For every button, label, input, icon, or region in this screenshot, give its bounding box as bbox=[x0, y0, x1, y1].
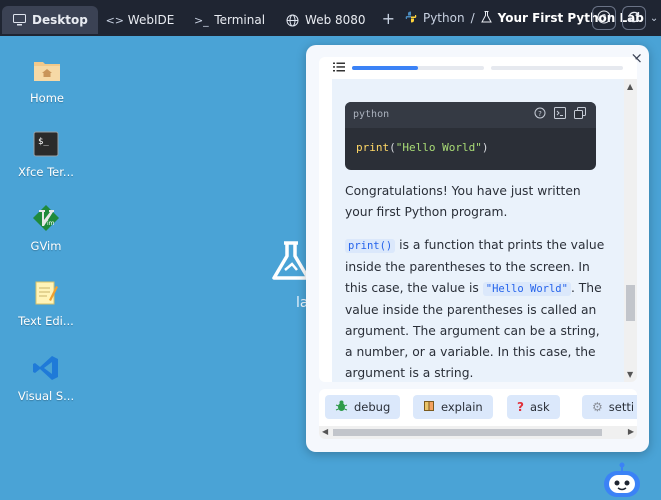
terminal-app-icon: $_ bbox=[31, 129, 61, 159]
svg-text:?: ? bbox=[538, 110, 542, 118]
scroll-up-arrow-icon[interactable]: ▲ bbox=[627, 82, 633, 91]
copy-icon[interactable] bbox=[574, 107, 586, 122]
breadcrumb-separator: / bbox=[470, 11, 475, 25]
list-icon[interactable] bbox=[333, 61, 345, 75]
tab-desktop[interactable]: Desktop bbox=[2, 6, 98, 34]
ai-assistant-bot-icon[interactable] bbox=[601, 461, 643, 497]
desktop-icon-label: Xfce Ter... bbox=[18, 165, 74, 179]
toolbar-horizontal-scrollbar[interactable]: ◀ ▶ bbox=[319, 426, 637, 439]
refresh-icon bbox=[627, 9, 641, 28]
scroll-left-arrow-icon[interactable]: ◀ bbox=[322, 427, 328, 436]
explain-button[interactable]: explain bbox=[413, 395, 493, 419]
desktop-icon-visual-studio-code[interactable]: Visual S... bbox=[14, 353, 78, 403]
inline-code-hello-world: "Hello World" bbox=[482, 282, 571, 296]
desktop-icon-label: GVim bbox=[30, 239, 62, 253]
add-tab-button[interactable]: + bbox=[382, 9, 395, 28]
desktop-icon-home[interactable]: Home bbox=[15, 55, 79, 105]
progress-step-1[interactable] bbox=[352, 66, 484, 70]
lab-panel: × python ? print("Hello World") Congratu… bbox=[306, 45, 649, 452]
refresh-button[interactable] bbox=[622, 6, 646, 30]
breadcrumb: Python / Your First Python Lab ⌄ bbox=[405, 10, 658, 26]
settings-button[interactable]: ⚙ setti bbox=[582, 395, 637, 419]
terminal-icon: >_ bbox=[193, 13, 209, 27]
tab-webide[interactable]: <> WebIDE bbox=[98, 6, 185, 34]
top-bar: Desktop <> WebIDE >_ Terminal Web 8080 +… bbox=[0, 0, 661, 36]
congrats-paragraph: Congratulations! You have just written y… bbox=[345, 184, 581, 219]
tab-label: WebIDE bbox=[127, 13, 175, 27]
breadcrumb-course[interactable]: Python bbox=[423, 11, 465, 25]
svg-text:im: im bbox=[47, 220, 55, 227]
svg-text:?: ? bbox=[602, 13, 606, 22]
globe-icon bbox=[285, 13, 299, 27]
debug-button[interactable]: debug bbox=[325, 395, 401, 419]
run-in-terminal-icon[interactable] bbox=[554, 107, 566, 122]
book-icon bbox=[423, 400, 435, 415]
python-logo-icon bbox=[405, 11, 417, 26]
settings-label: setti bbox=[608, 400, 635, 414]
gvim-icon: im bbox=[31, 203, 61, 233]
inline-code-print: print() bbox=[345, 239, 396, 253]
question-mark-icon: ? bbox=[517, 400, 524, 414]
explain-code-icon[interactable]: ? bbox=[534, 107, 546, 122]
tab-web-8080[interactable]: Web 8080 bbox=[275, 6, 376, 34]
desktop-icon-gvim[interactable]: im GVim bbox=[14, 203, 78, 253]
debug-label: debug bbox=[354, 400, 391, 414]
tab-terminal[interactable]: >_ Terminal bbox=[184, 6, 275, 34]
tab-label: Terminal bbox=[214, 13, 266, 27]
home-folder-icon bbox=[32, 55, 62, 85]
lab-instructions: python ? print("Hello World") Congratula… bbox=[332, 79, 624, 382]
scroll-right-arrow-icon[interactable]: ▶ bbox=[628, 427, 634, 436]
explain-label: explain bbox=[441, 400, 483, 414]
desktop-icon-xfce-terminal[interactable]: $_ Xfce Ter... bbox=[14, 129, 78, 179]
assistant-toolbar: debug explain ? ask ⚙ setti ◀ ▶ bbox=[319, 389, 637, 439]
gear-icon: ⚙ bbox=[592, 400, 603, 414]
code-icon: <> bbox=[105, 13, 125, 27]
horizontal-scrollbar-thumb[interactable] bbox=[333, 429, 602, 436]
desktop-icon-label: Home bbox=[30, 91, 64, 105]
scroll-down-arrow-icon[interactable]: ▼ bbox=[627, 370, 633, 379]
help-circle-icon: ? bbox=[597, 9, 611, 28]
ask-button[interactable]: ? ask bbox=[507, 395, 560, 419]
progress-step-1-fill bbox=[352, 66, 418, 70]
code-block: python ? print("Hello World") bbox=[345, 102, 596, 170]
vscode-icon bbox=[31, 353, 61, 383]
desktop-icon-label: Visual S... bbox=[17, 389, 75, 403]
flask-icon bbox=[480, 10, 492, 26]
help-button[interactable]: ? bbox=[592, 6, 616, 30]
bug-icon bbox=[335, 400, 348, 415]
progress-step-2[interactable] bbox=[491, 66, 623, 70]
code-line: print("Hello World") bbox=[356, 141, 489, 154]
chevron-down-icon[interactable]: ⌄ bbox=[650, 13, 658, 24]
text-editor-icon bbox=[31, 278, 61, 308]
desktop-icon-text-editor[interactable]: Text Edi... bbox=[14, 278, 78, 328]
lab-content-frame: python ? print("Hello World") Congratula… bbox=[319, 57, 637, 382]
tab-label: Desktop bbox=[32, 13, 88, 27]
explanation-paragraph: print() is a function that prints the va… bbox=[345, 238, 605, 380]
step-progress-bar bbox=[319, 57, 637, 79]
ask-label: ask bbox=[529, 400, 550, 414]
svg-text:$_: $_ bbox=[38, 137, 49, 147]
desktop-icon-label: Text Edi... bbox=[18, 314, 74, 328]
lab-flask-logo-icon bbox=[271, 240, 311, 284]
tab-label: Web 8080 bbox=[305, 13, 366, 27]
monitor-icon bbox=[12, 13, 26, 27]
code-block-header: python ? bbox=[345, 102, 596, 128]
code-language-label: python bbox=[353, 109, 390, 120]
scrollbar-thumb[interactable] bbox=[626, 285, 635, 321]
instructions-scrollbar[interactable]: ▲ ▼ bbox=[624, 79, 637, 382]
